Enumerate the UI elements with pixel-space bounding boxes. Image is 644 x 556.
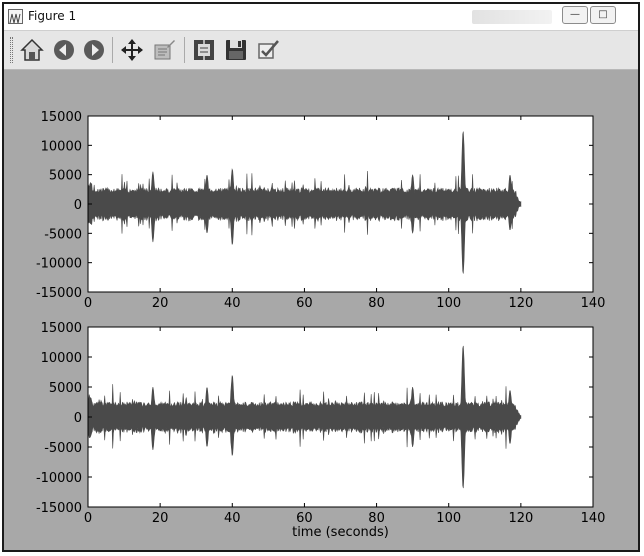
x-tick-label: 0 (84, 511, 92, 526)
x-tick-label: 80 (368, 296, 385, 311)
x-tick-label: 60 (296, 511, 313, 526)
x-tick-label: 40 (224, 296, 241, 311)
edit-button[interactable] (256, 38, 280, 62)
zoom-rect-icon (154, 40, 175, 60)
x-tick-label: 20 (152, 511, 169, 526)
forward-button[interactable] (82, 38, 106, 62)
y-tick-label: -10000 (36, 257, 82, 272)
navigation-toolbar (4, 31, 638, 70)
home-icon (20, 38, 44, 61)
toolbar-grip[interactable] (10, 37, 13, 63)
y-tick-label: -5000 (44, 441, 82, 456)
toolbar-separator (184, 37, 185, 63)
figure-svg: 0 20 40 60 80 100 120 140150001000050000-5000-1… (36, 110, 605, 540)
y-tick-label: -15000 (36, 501, 82, 516)
move-arrows-icon (121, 39, 143, 61)
home-button[interactable] (20, 38, 44, 62)
back-button[interactable] (52, 38, 76, 62)
y-tick-label: 5000 (49, 169, 82, 184)
x-tick-label: 60 (296, 296, 313, 311)
back-arrow-icon (54, 40, 74, 60)
x-tick-label: 140 (581, 296, 606, 311)
title-bar: Figure 1 — □ (4, 4, 638, 31)
x-tick-label: 100 (436, 296, 461, 311)
subplot-1: 0 20 40 60 80 100 120 140 15000 10000 5000 0 -5000 -1… (36, 110, 605, 311)
maximize-button[interactable]: □ (590, 6, 616, 24)
subplots-button[interactable] (192, 38, 216, 62)
faded-tray-area (472, 10, 552, 24)
zoom-button[interactable] (152, 38, 176, 62)
toolbar-separator (112, 37, 113, 63)
y-tick-label: -15000 (36, 286, 82, 301)
x-tick-label: 80 (368, 511, 385, 526)
y-tick-label: 10000 (41, 139, 82, 154)
x-tick-label: 120 (508, 511, 533, 526)
y-tick-label: 15000 (41, 321, 82, 336)
edit-checkbox-icon (258, 40, 279, 59)
x-axis-label: time (seconds) (292, 525, 389, 540)
y-tick-label: -10000 (36, 471, 82, 486)
window-title: Figure 1 (28, 9, 77, 23)
y-tick-label: 0 (74, 411, 82, 426)
pan-button[interactable] (120, 38, 144, 62)
x-tick-label: 0 (84, 296, 92, 311)
figure-canvas: 0 20 40 60 80 100 120 140 15000 10000 5000 0 -5000 -1… (4, 70, 638, 550)
subplot-2: 0 20 40 60 80 100 120 140 15000 10000 5000 0 -5000 -1… (36, 321, 605, 540)
minimize-button[interactable]: — (562, 6, 588, 24)
y-tick-label: 10000 (41, 351, 82, 366)
y-tick-label: 5000 (49, 381, 82, 396)
subplots-config-icon (194, 40, 214, 60)
x-tick-label: 120 (508, 296, 533, 311)
save-button[interactable] (224, 38, 248, 62)
x-tick-label: 100 (436, 511, 461, 526)
x-tick-label: 20 (152, 296, 169, 311)
figure-window: Figure 1 — □ 0 20 40 60 80 100 120 140 1… (2, 2, 640, 552)
forward-arrow-icon (84, 40, 104, 60)
app-icon (8, 9, 23, 24)
floppy-disk-icon (226, 40, 246, 60)
y-tick-label: 15000 (41, 110, 82, 125)
x-tick-label: 140 (581, 511, 606, 526)
y-tick-label: 0 (74, 198, 82, 213)
x-tick-label: 40 (224, 511, 241, 526)
y-tick-label: -5000 (44, 227, 82, 242)
